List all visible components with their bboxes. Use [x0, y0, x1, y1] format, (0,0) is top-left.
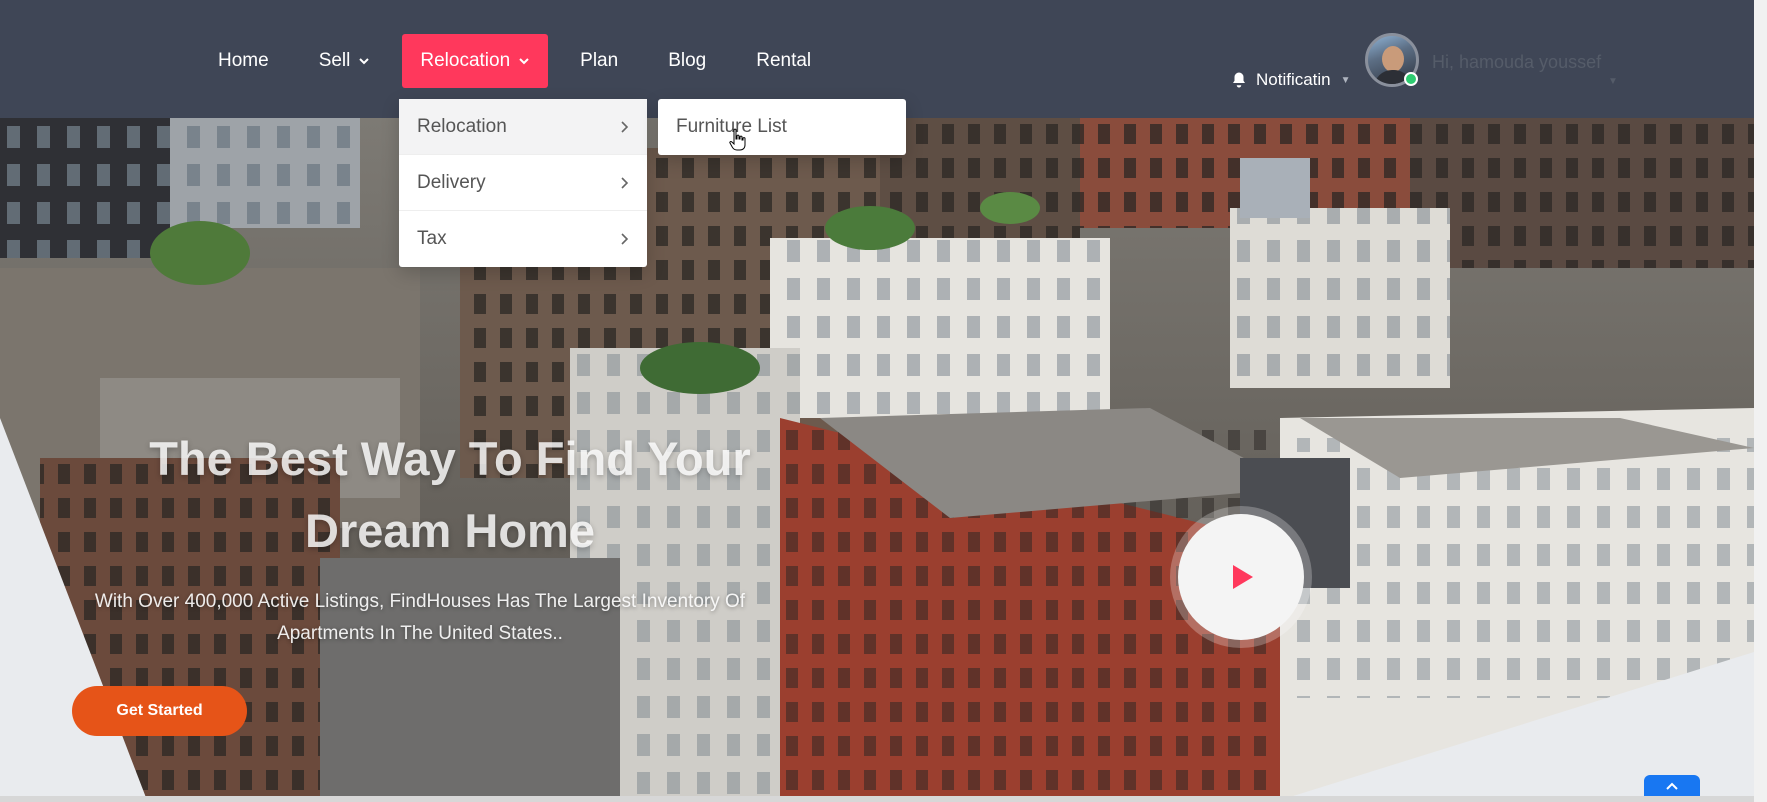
user-greeting[interactable]: Hi, hamouda youssef [1432, 52, 1601, 73]
hero-title-line: Dream Home [305, 504, 595, 557]
online-status-dot [1404, 72, 1418, 86]
hero-subtitle-line: With Over 400,000 Active Listings, FindH… [94, 591, 746, 612]
chevron-right-icon [621, 176, 629, 189]
nav-label: Home [218, 50, 269, 71]
dropdown-item-relocation[interactable]: Relocation [399, 99, 647, 155]
caret-down-icon[interactable]: ▼ [1608, 76, 1618, 87]
divider [0, 796, 1754, 802]
submenu-item-furniture-list[interactable]: Furniture List [658, 99, 906, 155]
nav-home[interactable]: Home [200, 34, 287, 88]
dropdown-item-label: Delivery [417, 171, 486, 193]
arrow-up-icon [1666, 782, 1678, 790]
dropdown-item-delivery[interactable]: Delivery [399, 155, 647, 211]
dropdown-item-label: Relocation [417, 115, 507, 137]
nav-blog[interactable]: Blog [650, 34, 724, 88]
nav-label: Sell [318, 50, 351, 71]
nav-rental[interactable]: Rental [738, 34, 829, 88]
dropdown-item-tax[interactable]: Tax [399, 211, 647, 267]
get-started-button[interactable]: Get Started [72, 686, 247, 736]
play-video-button[interactable] [1178, 514, 1304, 640]
nav-label: Rental [756, 50, 812, 71]
nav-label: Relocation [420, 50, 511, 71]
avatar-face [1382, 46, 1404, 72]
page-scrollbar[interactable] [1754, 0, 1767, 802]
hero-subtitle: With Over 400,000 Active Listings, FindH… [60, 586, 780, 650]
hero-section: The Best Way To Find Your Dream Home Wit… [0, 118, 1754, 802]
chevron-down-icon [519, 58, 529, 65]
bell-icon [1233, 72, 1245, 88]
notifications-menu[interactable]: Notificatin ▼ [1230, 70, 1351, 90]
nav-relocation[interactable]: Relocation [402, 34, 549, 88]
hero-title: The Best Way To Find Your Dream Home [90, 423, 810, 567]
chevron-down-icon [359, 58, 370, 65]
nav-label: Plan [580, 50, 619, 71]
notifications-label: Notificatin [1256, 70, 1331, 89]
play-icon [1233, 565, 1253, 589]
main-nav: Home Sell Relocation Plan Blog Rental [200, 34, 843, 88]
hero-title-line: The Best Way To Find Your [149, 432, 751, 485]
hero-subtitle-line: Apartments In The United States.. [277, 623, 563, 644]
dropdown-item-label: Tax [417, 228, 447, 249]
chevron-right-icon [621, 120, 629, 133]
nav-label: Blog [668, 50, 707, 71]
nav-sell[interactable]: Sell [301, 34, 389, 88]
caret-down-icon: ▼ [1340, 74, 1351, 86]
hand-cursor-icon [729, 128, 746, 151]
relocation-dropdown: Relocation Delivery Tax [399, 99, 647, 267]
chevron-right-icon [621, 233, 629, 245]
nav-plan[interactable]: Plan [562, 34, 636, 88]
